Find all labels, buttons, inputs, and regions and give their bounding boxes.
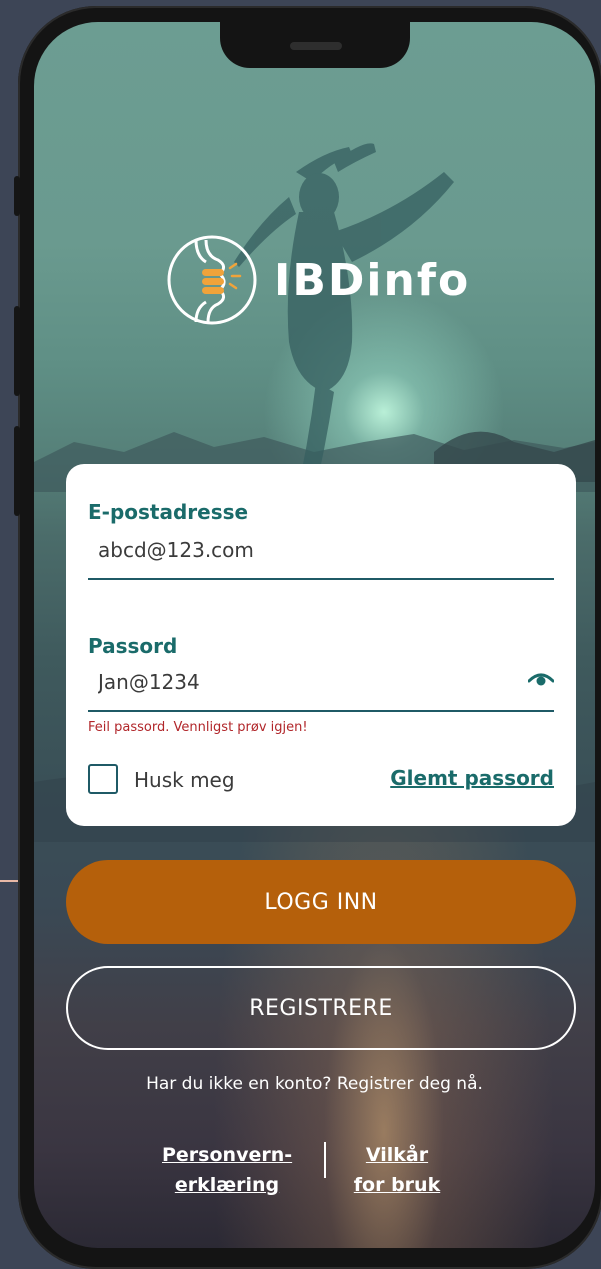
login-card: E-postadresse Passord Feil passord. Venn…: [66, 464, 576, 826]
register-button[interactable]: REGISTRERE: [66, 966, 576, 1050]
register-prompt: Har du ikke en konto? Registrer deg nå.: [146, 1074, 483, 1094]
app-logo: IBDinfo: [166, 234, 470, 326]
remember-checkbox[interactable]: [88, 764, 118, 794]
terms-link[interactable]: Vilkår for bruk: [342, 1140, 452, 1200]
password-label: Passord: [88, 634, 178, 658]
login-screen: IBDinfo E-postadresse Passord Feil passo…: [34, 22, 595, 1248]
side-button: [14, 306, 20, 396]
terms-link-line2: for bruk: [353, 1174, 441, 1196]
error-message: Feil passord. Vennligst prøv igjen!: [88, 720, 308, 735]
password-underline: [88, 710, 554, 712]
side-button: [14, 176, 20, 216]
privacy-link[interactable]: Personvern- erklæring: [162, 1140, 292, 1200]
privacy-link-line2: erklæring: [174, 1174, 280, 1196]
forgot-password-link[interactable]: Glemt passord: [390, 766, 554, 790]
app-name: IBDinfo: [274, 254, 471, 306]
terms-link-line1: Vilkår: [365, 1144, 429, 1166]
email-label: E-postadresse: [88, 500, 249, 524]
privacy-link-line1: Personvern-: [162, 1144, 293, 1166]
remember-label[interactable]: Husk meg: [134, 768, 235, 792]
footer-divider: [324, 1142, 326, 1178]
login-button[interactable]: LOGG INN: [66, 860, 576, 944]
password-field[interactable]: [98, 670, 478, 694]
phone-speaker: [290, 42, 342, 50]
email-underline: [88, 578, 554, 580]
email-field[interactable]: [98, 538, 478, 562]
eye-icon[interactable]: [528, 670, 554, 688]
side-button: [14, 426, 20, 516]
logo-intestine-icon: [167, 235, 257, 325]
